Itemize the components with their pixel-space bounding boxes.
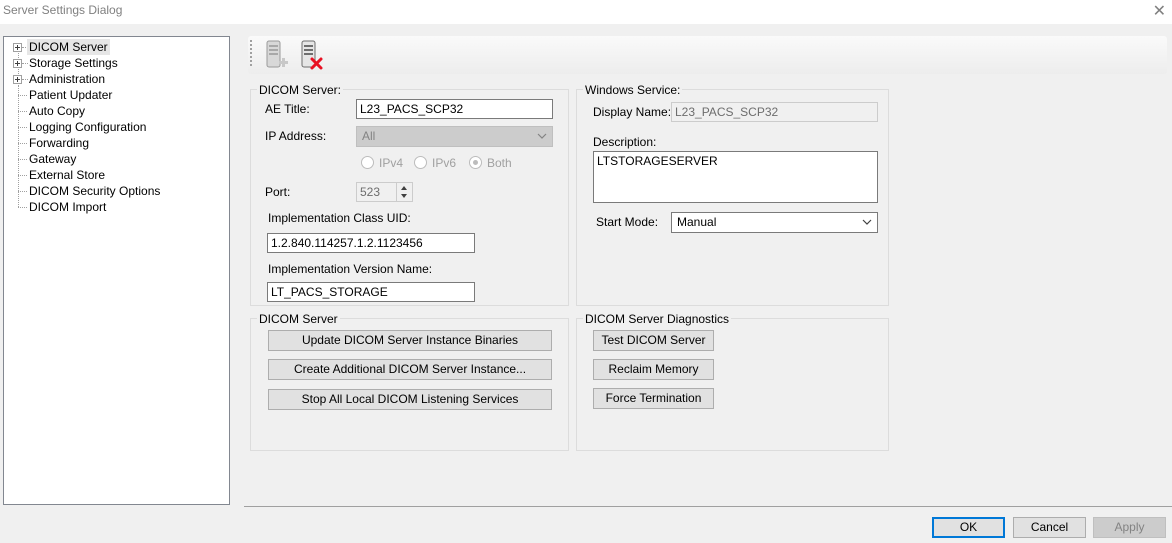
- tree-item[interactable]: Storage Settings: [4, 55, 229, 71]
- ok-button[interactable]: OK: [932, 517, 1005, 538]
- ipv4-label: IPv4: [379, 156, 404, 170]
- tree-item-label: DICOM Import: [29, 200, 107, 214]
- tree-item-label: Forwarding: [29, 136, 90, 150]
- tree-item-label: External Store: [29, 168, 106, 182]
- both-radio[interactable]: Both: [469, 156, 524, 170]
- group-label: Windows Service:: [583, 83, 683, 97]
- toolbar-grip[interactable]: [250, 40, 252, 68]
- tree-item[interactable]: DICOM Import: [4, 199, 229, 215]
- ip-address-label: IP Address:: [265, 129, 327, 143]
- test-server-button[interactable]: Test DICOM Server: [593, 330, 714, 351]
- tree-connector: [18, 159, 27, 160]
- update-binaries-button[interactable]: Update DICOM Server Instance Binaries: [268, 330, 552, 351]
- impl-version-name-label: Implementation Version Name:: [268, 262, 433, 276]
- tree-connector: [18, 111, 27, 112]
- footer-separator: [244, 506, 1172, 507]
- tree-connector: [18, 143, 27, 144]
- start-mode-select[interactable]: Manual: [671, 212, 878, 233]
- stepper-down-icon[interactable]: [401, 194, 407, 198]
- ip-address-value: All: [362, 129, 376, 143]
- ae-title-label: AE Title:: [265, 102, 310, 116]
- impl-class-uid-label: Implementation Class UID:: [268, 211, 411, 225]
- tree-item[interactable]: Administration: [4, 71, 229, 87]
- tree-item[interactable]: Forwarding: [4, 135, 229, 151]
- tree-item[interactable]: Patient Updater: [4, 87, 229, 103]
- window-title: Server Settings Dialog: [3, 3, 123, 17]
- tree-item-label: Gateway: [29, 152, 77, 166]
- reclaim-memory-button[interactable]: Reclaim Memory: [593, 359, 714, 380]
- expand-plus-icon[interactable]: [13, 43, 22, 52]
- tree-connector: [18, 175, 27, 176]
- title-bar: Server Settings Dialog ✕: [0, 0, 1172, 24]
- ipv6-radio[interactable]: IPv6: [414, 156, 469, 170]
- start-mode-value: Manual: [677, 215, 717, 229]
- group-label: DICOM Server: [257, 312, 340, 326]
- both-label: Both: [487, 156, 512, 170]
- tree-connector: [18, 127, 27, 128]
- start-mode-label: Start Mode:: [596, 215, 659, 229]
- tree-item-label: Administration: [29, 72, 106, 86]
- tree-item-label: DICOM Security Options: [29, 184, 161, 198]
- port-label: Port:: [265, 185, 291, 199]
- stepper-up-icon[interactable]: [401, 186, 407, 190]
- group-label: DICOM Server Diagnostics: [583, 312, 732, 326]
- ip-address-select[interactable]: All: [356, 126, 553, 147]
- display-name-label: Display Name:: [593, 105, 672, 119]
- settings-tree[interactable]: DICOM Server Storage Settings Administrati…: [3, 36, 230, 505]
- tree-item[interactable]: External Store: [4, 167, 229, 183]
- chevron-down-icon: [862, 219, 872, 225]
- ae-title-input[interactable]: L23_PACS_SCP32: [356, 99, 553, 119]
- tree-item[interactable]: DICOM Security Options: [4, 183, 229, 199]
- port-value: 523: [360, 185, 381, 199]
- description-input[interactable]: LTSTORAGESERVER: [593, 151, 878, 203]
- tree-item-label: Patient Updater: [29, 88, 113, 102]
- impl-class-uid-input[interactable]: 1.2.840.114257.1.2.1123456: [267, 233, 475, 253]
- tree-connector: [18, 95, 27, 96]
- force-termination-button[interactable]: Force Termination: [593, 388, 714, 409]
- server-add-icon[interactable]: [262, 39, 290, 71]
- expand-plus-icon[interactable]: [13, 59, 22, 68]
- ipv6-label: IPv6: [432, 156, 457, 170]
- radio-circle: [414, 156, 427, 169]
- display-name-input[interactable]: L23_PACS_SCP32: [671, 102, 878, 122]
- tree-connector: [18, 191, 27, 192]
- tree-connector: [18, 207, 27, 208]
- apply-button[interactable]: Apply: [1093, 517, 1166, 538]
- toolbar: [248, 36, 1167, 74]
- cancel-button[interactable]: Cancel: [1013, 517, 1086, 538]
- radio-circle: [469, 156, 482, 169]
- chevron-down-icon: [537, 133, 547, 139]
- tree-item[interactable]: Gateway: [4, 151, 229, 167]
- tree-item-label: Storage Settings: [29, 56, 118, 70]
- group-label: DICOM Server:: [257, 83, 344, 97]
- radio-circle: [361, 156, 374, 169]
- tree-item-label: Logging Configuration: [29, 120, 147, 134]
- create-instance-button[interactable]: Create Additional DICOM Server Instance.…: [268, 359, 552, 380]
- impl-version-name-input[interactable]: LT_PACS_STORAGE: [267, 282, 475, 302]
- tree-item-label: DICOM Server: [27, 39, 110, 55]
- tree-item[interactable]: Auto Copy: [4, 103, 229, 119]
- close-icon[interactable]: ✕: [1153, 1, 1166, 21]
- description-label: Description:: [593, 135, 657, 149]
- stepper-buttons[interactable]: [396, 183, 412, 201]
- tree-item[interactable]: Logging Configuration: [4, 119, 229, 135]
- port-stepper[interactable]: 523: [356, 182, 413, 202]
- tree-item[interactable]: DICOM Server: [4, 39, 229, 55]
- server-delete-icon[interactable]: [298, 39, 326, 71]
- tree-item-label: Auto Copy: [29, 104, 86, 118]
- stop-all-services-button[interactable]: Stop All Local DICOM Listening Services: [268, 389, 552, 410]
- ipv4-radio[interactable]: IPv4: [361, 156, 416, 170]
- expand-plus-icon[interactable]: [13, 75, 22, 84]
